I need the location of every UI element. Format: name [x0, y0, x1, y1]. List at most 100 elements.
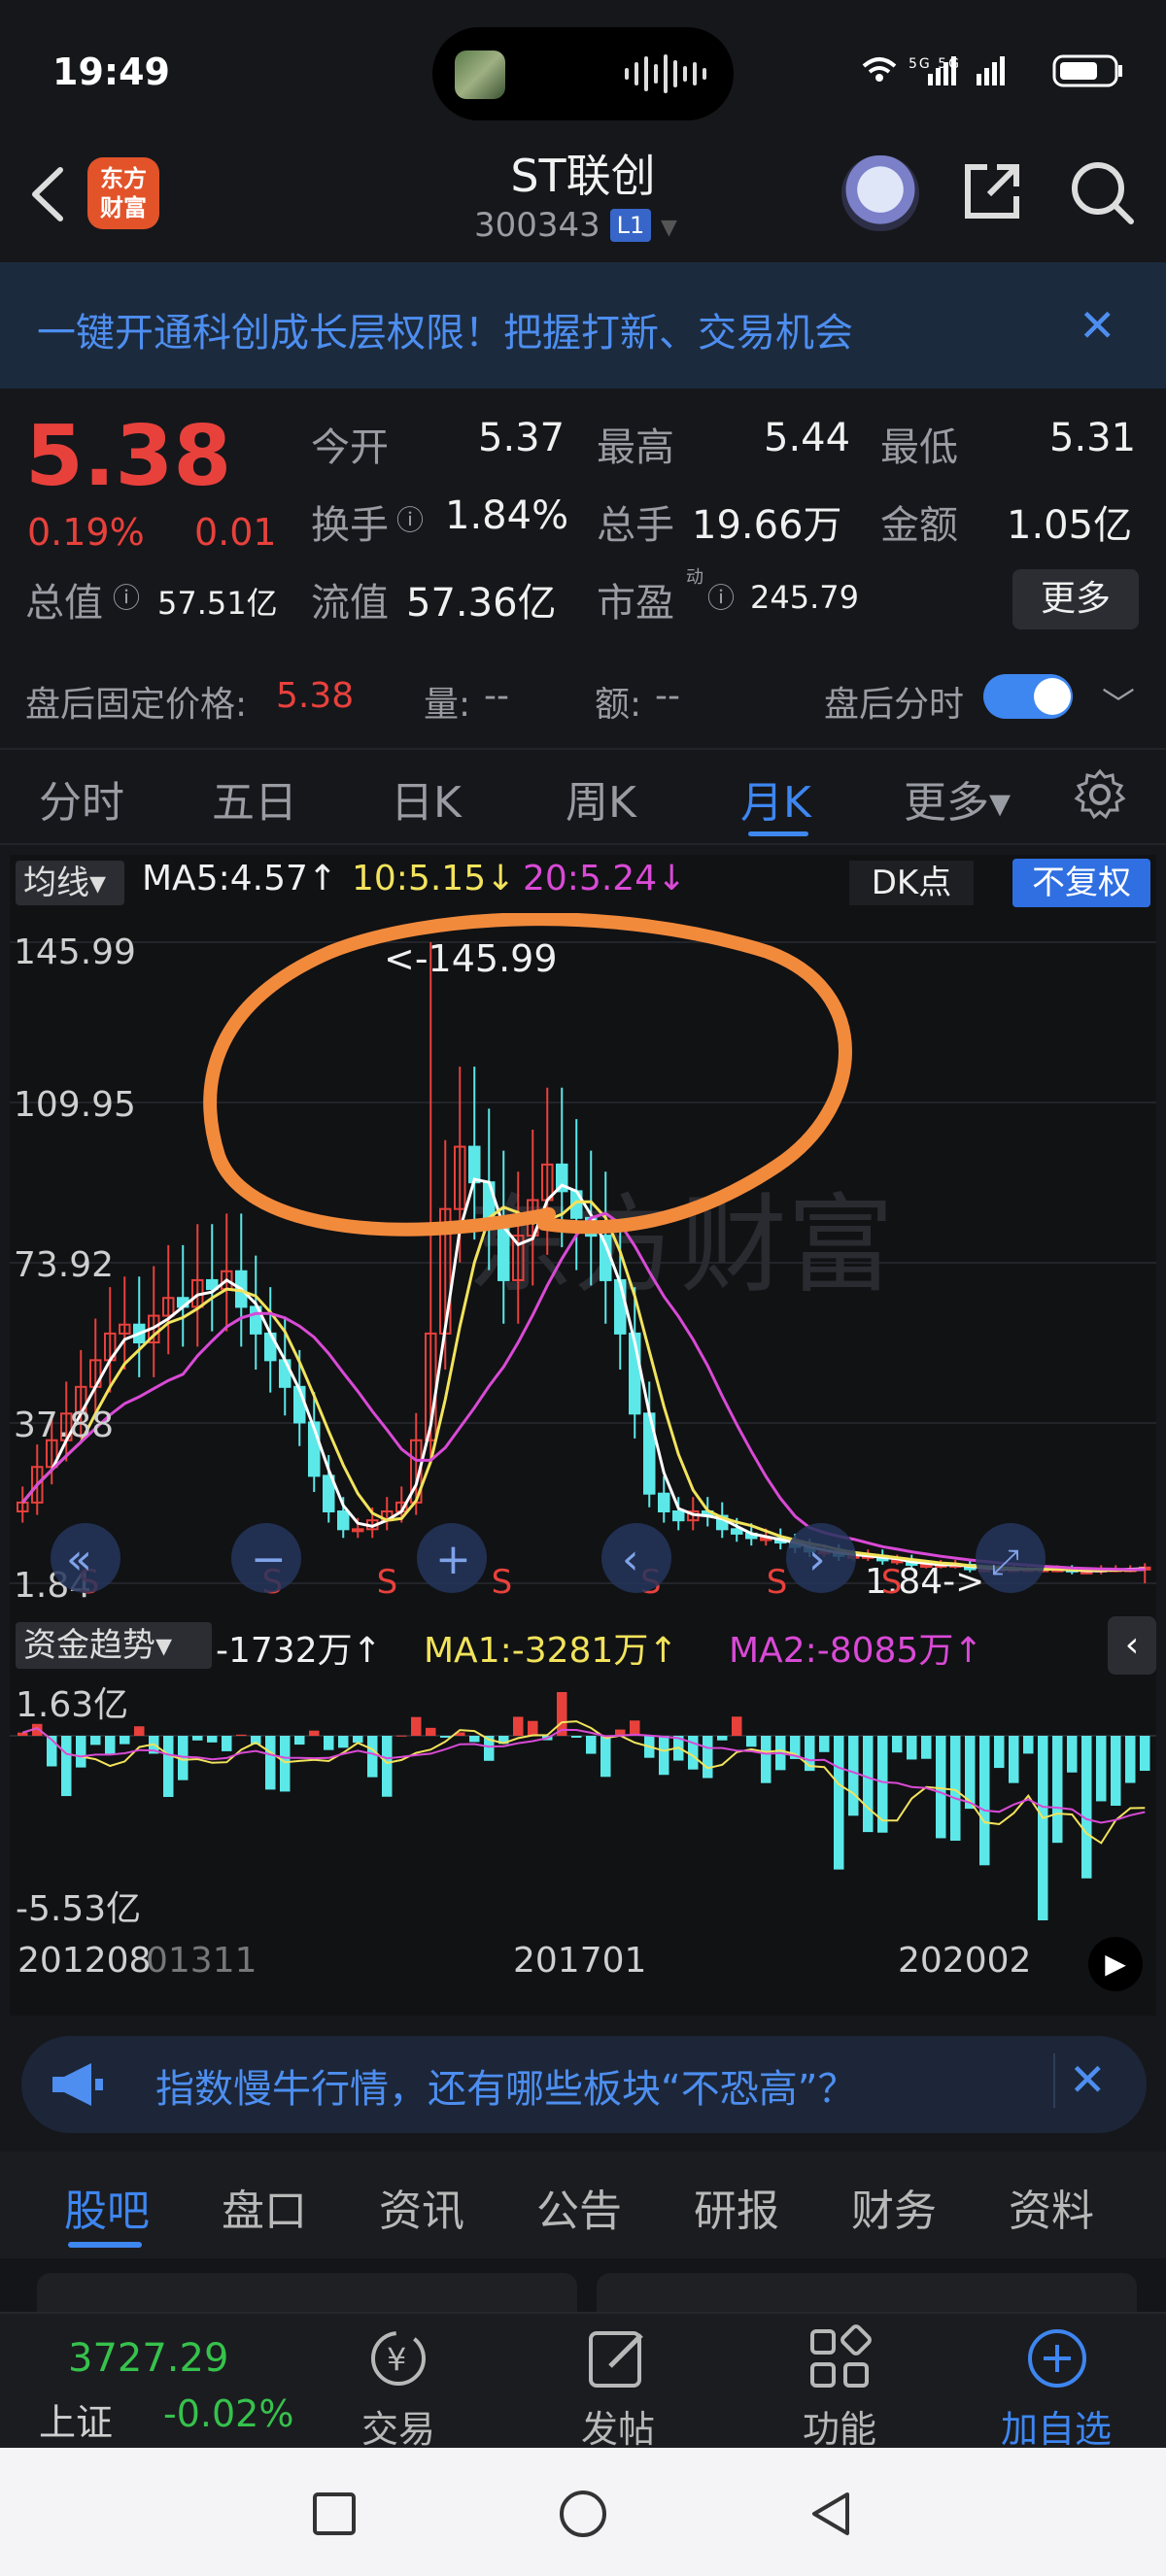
flow-selector[interactable]: 资金趋势▾	[16, 1622, 212, 1669]
y-axis-label: 109.95	[14, 1085, 136, 1125]
tab-research[interactable]: 研报	[694, 2176, 779, 2238]
info-icon[interactable]: ⓘ	[707, 577, 735, 616]
flow-bar-out	[907, 1736, 917, 1760]
settings-gear-icon[interactable]	[1073, 767, 1127, 822]
ma5-value: MA5:4.57↑	[142, 859, 338, 898]
plus-icon[interactable]: +	[435, 1535, 471, 1584]
tab-pankou[interactable]: 盘口	[222, 2176, 307, 2238]
expand-icon[interactable]: ⤢	[991, 1542, 1019, 1582]
close-icon[interactable]: ✕	[1079, 299, 1116, 352]
candle-up	[352, 1528, 364, 1533]
trade-icon[interactable]: ¥	[361, 2322, 435, 2395]
more-quote-button[interactable]: 更多	[1012, 569, 1139, 629]
flow-bar-out	[90, 1736, 101, 1746]
flow-y-bottom: -5.53亿	[16, 1889, 141, 1928]
home-icon[interactable]	[556, 2487, 610, 2541]
tab-daily-k[interactable]: 日K	[391, 767, 462, 830]
tab-intraday[interactable]: 分时	[39, 767, 124, 830]
index-value[interactable]: 3727.29	[68, 2336, 228, 2381]
tab-weekly-k[interactable]: 周K	[566, 767, 636, 830]
last-price: 5.38	[25, 408, 232, 505]
tab-more[interactable]: 更多▾	[904, 767, 1011, 830]
toggle-knob[interactable]	[1034, 678, 1071, 715]
change-amount: 0.01	[194, 511, 277, 554]
functions-grid-icon[interactable]	[803, 2322, 876, 2395]
play-icon[interactable]: ▶	[1088, 1937, 1143, 1991]
x-label: 202002	[898, 1941, 1032, 1981]
low-value: 5.31	[1049, 416, 1137, 460]
flow-bar-out	[979, 1736, 990, 1866]
flow-bar-in	[426, 1727, 436, 1736]
recents-icon[interactable]	[309, 2489, 360, 2539]
flow-bar-out	[294, 1736, 305, 1746]
flow-bar-out	[921, 1736, 932, 1759]
stock-code[interactable]: 300343	[474, 206, 600, 245]
tab-five-day[interactable]: 五日	[212, 767, 297, 830]
flow-bar-in	[411, 1716, 422, 1736]
chevron-down-icon[interactable]: ﹀	[1102, 678, 1135, 726]
chevron-right-icon[interactable]: ›	[808, 1535, 826, 1584]
chevron-left-icon[interactable]: ‹	[622, 1535, 639, 1584]
flow-value: -1732万↑	[216, 1631, 382, 1671]
flow-chart[interactable]: 1.63亿 -5.53亿	[10, 1676, 1156, 1928]
tab-guba[interactable]: 股吧	[64, 2176, 150, 2238]
functions-label[interactable]: 功能	[803, 2399, 876, 2453]
index-name[interactable]: 上证	[39, 2392, 113, 2446]
y-axis-label: 37.88	[14, 1406, 114, 1445]
double-left-icon[interactable]: «	[66, 1535, 92, 1584]
flow-bar-out	[746, 1736, 757, 1747]
flow-bar-out	[994, 1736, 1005, 1769]
tab-finance[interactable]: 财务	[851, 2176, 937, 2238]
info-icon[interactable]: ⓘ	[113, 577, 140, 616]
flow-bar-out	[1067, 1736, 1078, 1773]
flow-bar-out	[1111, 1736, 1121, 1807]
flow-bar-out	[892, 1736, 903, 1753]
tab-news[interactable]: 资讯	[379, 2176, 464, 2238]
flow-bar-out	[819, 1736, 830, 1752]
flow-bar-out	[950, 1736, 961, 1842]
media-thumbnail	[455, 51, 505, 99]
tab-profile[interactable]: 资料	[1009, 2176, 1094, 2238]
search-icon[interactable]	[1067, 157, 1137, 227]
adjust-selector[interactable]: 不复权	[1012, 859, 1150, 907]
level-badge[interactable]: L1	[610, 209, 651, 242]
info-icon[interactable]: ⓘ	[396, 499, 424, 538]
tab-announcements[interactable]: 公告	[536, 2176, 622, 2238]
after-hours-toggle-label: 盘后分时	[824, 685, 965, 725]
index-change[interactable]: -0.02%	[163, 2392, 293, 2435]
mktcap-label: 总值	[25, 581, 103, 626]
tab-monthly-k[interactable]: 月K	[740, 767, 811, 830]
share-icon[interactable]	[958, 157, 1026, 225]
ma-selector[interactable]: 均线▾	[16, 861, 124, 905]
close-icon[interactable]: ✕	[1069, 2053, 1107, 2106]
add-watchlist-icon[interactable]	[1020, 2322, 1094, 2395]
flow-bar-out	[367, 1736, 378, 1778]
audio-wave-icon	[625, 54, 706, 93]
s-marker: S	[377, 1563, 398, 1602]
dk-point-selector[interactable]: DK点	[849, 861, 974, 905]
flow-bar-out	[659, 1736, 669, 1776]
assistant-robot-icon[interactable]	[841, 155, 919, 231]
active-tab-indicator	[68, 2242, 142, 2248]
flow-bar-out	[324, 1736, 334, 1750]
kline-chart[interactable]: 东方财富 145.99109.9573.9237.881.84 <-145.99…	[10, 913, 1156, 1612]
back-nav-icon[interactable]	[805, 2487, 859, 2541]
post-label[interactable]: 发帖	[581, 2399, 655, 2453]
flow-bar-out	[338, 1736, 349, 1748]
open-value: 5.37	[478, 416, 566, 460]
signal-wifi-battery-icon: 5G 5G	[862, 54, 1122, 87]
post-edit-icon[interactable]	[581, 2322, 655, 2395]
ma10-value: 10:5.15↓	[352, 859, 516, 898]
flow-bar-out	[848, 1736, 859, 1816]
low-label: 最低	[880, 425, 958, 470]
open-label: 今开	[311, 425, 389, 470]
promo-text[interactable]: 一键开通科创成长层权限！把握打新、交易机会	[37, 301, 853, 357]
x-label: 201701	[513, 1941, 647, 1981]
trade-label[interactable]: 交易	[361, 2399, 435, 2453]
system-icons: 5G 5G	[860, 51, 1151, 96]
collapse-indicator-button[interactable]: ‹	[1108, 1616, 1156, 1675]
news-text[interactable]: 指数慢牛行情，还有哪些板块“不恐高”？	[155, 2057, 856, 2114]
add-watchlist-label[interactable]: 加自选	[1001, 2399, 1112, 2453]
minus-icon[interactable]: −	[251, 1535, 287, 1584]
caret-down-icon[interactable]: ▼	[661, 216, 677, 240]
